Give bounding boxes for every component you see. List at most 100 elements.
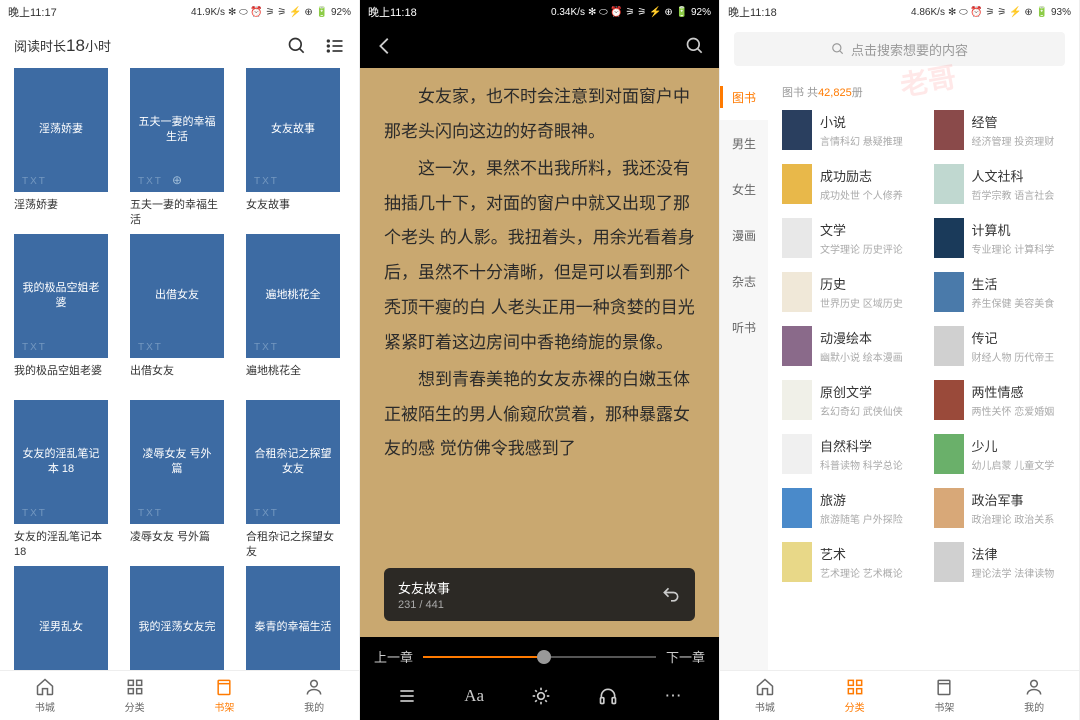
- progress-toast: 女友故事 231 / 441: [384, 568, 695, 621]
- reader-text: 女友家，也不时会注意到对面窗户中那老头闪向这边的好奇眼神。这一次，果然不出我所料…: [384, 80, 695, 467]
- screen-bookshelf: 晚上11:17 41.9K/s ✻ ⬭ ⏰ ⚞ ⚞ ⚡ ⊕ 🔋 92% 阅读时长…: [0, 0, 360, 720]
- category-item[interactable]: 艺术艺术理论 艺术概论: [782, 542, 914, 582]
- category-item[interactable]: 经管经济管理 投资理财: [934, 110, 1066, 150]
- book-item[interactable]: 女友的淫乱笔记本 18TXT女友的淫乱笔记本 18: [14, 400, 108, 560]
- category-item[interactable]: 生活养生保健 美容美食: [934, 272, 1066, 312]
- book-item[interactable]: 淫男乱女TXT: [14, 566, 108, 670]
- home-icon: [755, 677, 775, 697]
- nav-grid[interactable]: 分类: [810, 671, 900, 720]
- grid-icon: [845, 677, 865, 697]
- status-time: 晚上11:17: [8, 4, 57, 20]
- book-item[interactable]: 五夫一妻的幸福生活TXT⊕五夫一妻的幸福生活: [130, 68, 224, 228]
- category-sidebar: 图书男生女生漫画杂志听书: [720, 74, 768, 670]
- bookshelf-grid: 老哥 淫荡娇妻TXT淫荡娇妻五夫一妻的幸福生活TXT⊕五夫一妻的幸福生活女友故事…: [0, 68, 359, 670]
- category-item[interactable]: 计算机专业理论 计算科学: [934, 218, 1066, 258]
- headphones-icon[interactable]: [598, 686, 618, 706]
- reader-page[interactable]: 女友家，也不时会注意到对面窗户中那老头闪向这边的好奇眼神。这一次，果然不出我所料…: [360, 68, 719, 637]
- font-icon[interactable]: Aa: [464, 686, 484, 706]
- nav-home[interactable]: 书城: [0, 671, 90, 720]
- book-item[interactable]: 女友故事TXT女友故事: [246, 68, 340, 228]
- user-icon: [304, 677, 324, 697]
- book-count: 图书 共42,825册: [782, 84, 1065, 100]
- side-tab[interactable]: 图书: [720, 74, 768, 120]
- status-time: 晚上11:18: [728, 4, 777, 20]
- status-bar: 晚上11:18 4.86K/s ✻ ⬭ ⏰ ⚞ ⚞ ⚡ ⊕ 🔋 93%: [720, 0, 1079, 24]
- screen-reader: 晚上11:18 0.34K/s ✻ ⬭ ⏰ ⚞ ⚞ ⚡ ⊕ 🔋 92% 女友家，…: [360, 0, 720, 720]
- bottom-nav: 书城分类书架我的: [720, 670, 1079, 720]
- side-tab[interactable]: 听书: [720, 304, 768, 350]
- status-bar: 晚上11:17 41.9K/s ✻ ⬭ ⏰ ⚞ ⚞ ⚡ ⊕ 🔋 92%: [0, 0, 359, 24]
- status-speed: 41.9K/s: [191, 7, 225, 18]
- category-item[interactable]: 少儿幼儿启蒙 儿童文学: [934, 434, 1066, 474]
- category-item[interactable]: 旅游旅游随笔 户外探险: [782, 488, 914, 528]
- nav-user[interactable]: 我的: [269, 671, 359, 720]
- back-icon[interactable]: [374, 35, 396, 57]
- category-item[interactable]: 历史世界历史 区域历史: [782, 272, 914, 312]
- status-time: 晚上11:18: [368, 4, 417, 20]
- search-icon: [831, 42, 845, 56]
- home-icon: [35, 677, 55, 697]
- status-battery: 92%: [331, 7, 351, 18]
- category-item[interactable]: 成功励志成功处世 个人修养: [782, 164, 914, 204]
- book-item[interactable]: 我的极品空姐老婆TXT我的极品空姐老婆: [14, 234, 108, 394]
- screen-categories: 晚上11:18 4.86K/s ✻ ⬭ ⏰ ⚞ ⚞ ⚡ ⊕ 🔋 93% 点击搜索…: [720, 0, 1080, 720]
- side-tab[interactable]: 漫画: [720, 212, 768, 258]
- user-icon: [1024, 677, 1044, 697]
- category-item[interactable]: 自然科学科普读物 科学总论: [782, 434, 914, 474]
- category-item[interactable]: 原创文学玄幻奇幻 武侠仙侠: [782, 380, 914, 420]
- status-battery: 92%: [691, 7, 711, 18]
- category-item[interactable]: 动漫绘本幽默小说 绘本漫画: [782, 326, 914, 366]
- status-battery: 93%: [1051, 7, 1071, 18]
- category-item[interactable]: 法律理论法学 法律读物: [934, 542, 1066, 582]
- nav-grid[interactable]: 分类: [90, 671, 180, 720]
- category-item[interactable]: 小说言情科幻 悬疑推理: [782, 110, 914, 150]
- search-input[interactable]: 点击搜索想要的内容: [734, 32, 1065, 66]
- brightness-icon[interactable]: [531, 686, 551, 706]
- nav-book[interactable]: 书架: [900, 671, 990, 720]
- book-item[interactable]: 出借女友TXT出借女友: [130, 234, 224, 394]
- category-item[interactable]: 文学文学理论 历史评论: [782, 218, 914, 258]
- undo-icon[interactable]: [661, 585, 681, 605]
- next-chapter-button[interactable]: 下一章: [666, 647, 705, 666]
- book-icon: [214, 677, 234, 697]
- reader-footer: 上一章 下一章 Aa ⋯: [360, 637, 719, 720]
- list-icon[interactable]: [325, 36, 345, 56]
- category-main: 老哥 图书 共42,825册 小说言情科幻 悬疑推理经管经济管理 投资理财成功励…: [768, 74, 1079, 670]
- bookshelf-header: 阅读时长18小时: [0, 24, 359, 68]
- side-tab[interactable]: 女生: [720, 166, 768, 212]
- nav-home[interactable]: 书城: [720, 671, 810, 720]
- toc-icon[interactable]: [397, 686, 417, 706]
- category-item[interactable]: 传记财经人物 历代帝王: [934, 326, 1066, 366]
- side-tab[interactable]: 男生: [720, 120, 768, 166]
- search-icon[interactable]: [287, 36, 307, 56]
- status-icons: ✻ ⬭ ⏰ ⚞ ⚞ ⚡ ⊕ 🔋: [588, 7, 688, 18]
- book-item[interactable]: 我的淫荡女友完TXT: [130, 566, 224, 670]
- more-icon[interactable]: ⋯: [665, 686, 682, 706]
- category-item[interactable]: 两性情感两性关怀 恋爱婚姻: [934, 380, 1066, 420]
- reader-header: [360, 24, 719, 68]
- bottom-nav: 书城分类书架我的: [0, 670, 359, 720]
- nav-user[interactable]: 我的: [989, 671, 1079, 720]
- search-icon[interactable]: [685, 36, 705, 56]
- nav-book[interactable]: 书架: [180, 671, 270, 720]
- reading-time-label: 阅读时长18小时: [14, 36, 111, 56]
- book-item[interactable]: 遍地桃花全TXT遍地桃花全: [246, 234, 340, 394]
- category-item[interactable]: 人文社科哲学宗教 语言社会: [934, 164, 1066, 204]
- book-item[interactable]: 凌辱女友 号外篇TXT凌辱女友 号外篇: [130, 400, 224, 560]
- toast-title: 女友故事: [398, 578, 450, 597]
- status-speed: 4.86K/s: [911, 7, 945, 18]
- book-icon: [934, 677, 954, 697]
- status-speed: 0.34K/s: [551, 7, 585, 18]
- book-item[interactable]: 秦青的幸福生活TXT: [246, 566, 340, 670]
- book-item[interactable]: 淫荡娇妻TXT淫荡娇妻: [14, 68, 108, 228]
- grid-icon: [125, 677, 145, 697]
- category-item[interactable]: 政治军事政治理论 政治关系: [934, 488, 1066, 528]
- search-placeholder: 点击搜索想要的内容: [851, 40, 968, 59]
- toast-progress: 231 / 441: [398, 599, 450, 611]
- status-bar: 晚上11:18 0.34K/s ✻ ⬭ ⏰ ⚞ ⚞ ⚡ ⊕ 🔋 92%: [360, 0, 719, 24]
- prev-chapter-button[interactable]: 上一章: [374, 647, 413, 666]
- progress-slider[interactable]: [423, 656, 656, 658]
- book-item[interactable]: 合租杂记之探望女友TXT合租杂记之探望女友: [246, 400, 340, 560]
- status-icons: ✻ ⬭ ⏰ ⚞ ⚞ ⚡ ⊕ 🔋: [228, 7, 328, 18]
- side-tab[interactable]: 杂志: [720, 258, 768, 304]
